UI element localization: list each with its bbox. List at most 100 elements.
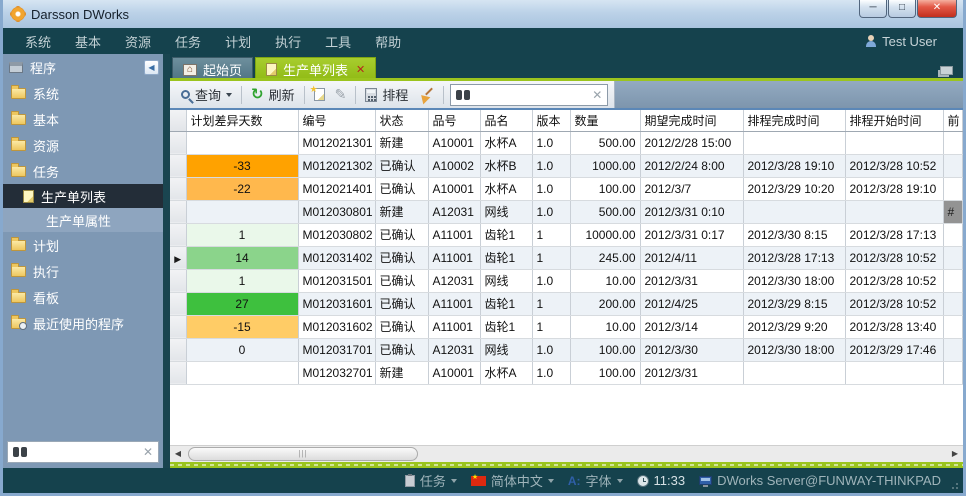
cell-diff[interactable]: -22 <box>186 177 298 200</box>
cell-item[interactable]: A12031 <box>428 269 480 292</box>
row-selector[interactable] <box>170 338 186 361</box>
cell-last[interactable] <box>943 154 962 177</box>
cell-qty[interactable]: 10.00 <box>570 315 640 338</box>
cell-name[interactable]: 齿轮1 <box>480 292 532 315</box>
cell-name[interactable]: 齿轮1 <box>480 315 532 338</box>
row-selector[interactable] <box>170 269 186 292</box>
cell-end[interactable]: 2012/3/30 18:00 <box>743 338 845 361</box>
menu-item[interactable]: 基本 <box>63 35 113 50</box>
cell-diff[interactable] <box>186 361 298 384</box>
cell-qty[interactable]: 100.00 <box>570 338 640 361</box>
cell-status[interactable]: 已确认 <box>375 177 428 200</box>
column-header[interactable]: 编号 <box>298 110 375 131</box>
menu-item[interactable]: 帮助 <box>363 35 413 50</box>
clean-button[interactable] <box>413 84 439 106</box>
cell-expect[interactable]: 2012/3/30 <box>640 338 743 361</box>
cell-item[interactable]: A12031 <box>428 338 480 361</box>
cell-start[interactable]: 2012/3/28 10:52 <box>845 246 943 269</box>
scroll-left-icon[interactable]: ◀ <box>170 446 186 462</box>
cell-expect[interactable]: 2012/4/25 <box>640 292 743 315</box>
cell-expect[interactable]: 2012/3/31 <box>640 269 743 292</box>
row-selector[interactable] <box>170 315 186 338</box>
cell-qty[interactable]: 100.00 <box>570 361 640 384</box>
cell-qty[interactable]: 10000.00 <box>570 223 640 246</box>
cell-item[interactable]: A10001 <box>428 131 480 154</box>
cell-start[interactable] <box>845 200 943 223</box>
cell-qty[interactable]: 1000.00 <box>570 154 640 177</box>
grid-search-box[interactable]: ✕ <box>450 84 608 106</box>
cell-expect[interactable]: 2012/2/24 8:00 <box>640 154 743 177</box>
sidebar-item[interactable]: 基本 <box>3 106 163 132</box>
cell-last[interactable]: # <box>943 200 962 223</box>
menu-item[interactable]: 工具 <box>313 35 363 50</box>
cell-last[interactable] <box>943 223 962 246</box>
cell-status[interactable]: 已确认 <box>375 315 428 338</box>
status-language-dropdown[interactable]: 简体中文 <box>471 471 554 490</box>
cell-last[interactable] <box>943 361 962 384</box>
user-indicator[interactable]: Test User <box>865 34 953 49</box>
cell-no[interactable]: M012021401 <box>298 177 375 200</box>
cell-item[interactable]: A12031 <box>428 200 480 223</box>
sidebar-item[interactable]: 系统 <box>3 80 163 106</box>
menu-item[interactable]: 任务 <box>163 35 213 50</box>
table-row[interactable]: M012032701新建A10001水杯A1.0100.002012/3/31 <box>170 361 962 384</box>
cell-last[interactable] <box>943 315 962 338</box>
cell-last[interactable] <box>943 131 962 154</box>
cell-name[interactable]: 网线 <box>480 200 532 223</box>
sidebar-item[interactable]: 看板 <box>3 284 163 310</box>
cell-status[interactable]: 新建 <box>375 200 428 223</box>
cell-name[interactable]: 水杯B <box>480 154 532 177</box>
cell-last[interactable] <box>943 177 962 200</box>
cascade-windows-icon[interactable] <box>940 66 953 75</box>
cell-item[interactable]: A11001 <box>428 315 480 338</box>
cell-ver[interactable]: 1 <box>532 223 570 246</box>
row-selector[interactable] <box>170 361 186 384</box>
cell-qty[interactable]: 500.00 <box>570 131 640 154</box>
cell-item[interactable]: A10001 <box>428 361 480 384</box>
table-row[interactable]: 1M012030802已确认A11001齿轮1110000.002012/3/3… <box>170 223 962 246</box>
cell-ver[interactable]: 1.0 <box>532 361 570 384</box>
resize-grip[interactable] <box>951 482 959 490</box>
cell-expect[interactable]: 2012/2/28 15:00 <box>640 131 743 154</box>
menu-item[interactable]: 计划 <box>213 35 263 50</box>
cell-no[interactable]: M012021301 <box>298 131 375 154</box>
cell-end[interactable]: 2012/3/28 17:13 <box>743 246 845 269</box>
cell-expect[interactable]: 2012/3/31 0:17 <box>640 223 743 246</box>
table-row[interactable]: -15M012031602已确认A11001齿轮1110.002012/3/14… <box>170 315 962 338</box>
schedule-button[interactable]: 排程 <box>360 84 413 106</box>
menu-item[interactable]: 系统 <box>13 35 63 50</box>
cell-start[interactable]: 2012/3/28 19:10 <box>845 177 943 200</box>
cell-no[interactable]: M012032701 <box>298 361 375 384</box>
row-selector[interactable] <box>170 200 186 223</box>
cell-no[interactable]: M012031602 <box>298 315 375 338</box>
cell-ver[interactable]: 1 <box>532 292 570 315</box>
cell-diff[interactable]: -33 <box>186 154 298 177</box>
cell-qty[interactable]: 245.00 <box>570 246 640 269</box>
close-button[interactable]: ✕ <box>917 0 957 18</box>
cell-status[interactable]: 新建 <box>375 361 428 384</box>
cell-status[interactable]: 已确认 <box>375 154 428 177</box>
cell-ver[interactable]: 1 <box>532 315 570 338</box>
sidebar-search-box[interactable]: ✕ <box>7 441 159 463</box>
cell-diff[interactable]: 1 <box>186 223 298 246</box>
cell-item[interactable]: A11001 <box>428 246 480 269</box>
cell-diff[interactable] <box>186 131 298 154</box>
status-font-dropdown[interactable]: A: 字体 <box>568 471 623 490</box>
cell-name[interactable]: 水杯A <box>480 177 532 200</box>
sidebar-search-clear-icon[interactable]: ✕ <box>143 445 153 459</box>
maximize-button[interactable]: □ <box>888 0 916 18</box>
sidebar-item[interactable]: 计划 <box>3 232 163 258</box>
cell-status[interactable]: 已确认 <box>375 246 428 269</box>
status-task-dropdown[interactable]: 任务 <box>405 471 457 490</box>
table-row[interactable]: -22M012021401已确认A10001水杯A1.0100.002012/3… <box>170 177 962 200</box>
cell-ver[interactable]: 1.0 <box>532 131 570 154</box>
table-row[interactable]: M012021301新建A10001水杯A1.0500.002012/2/28 … <box>170 131 962 154</box>
menu-item[interactable]: 资源 <box>113 35 163 50</box>
row-selector[interactable]: ▶ <box>170 246 186 269</box>
cell-expect[interactable]: 2012/3/31 0:10 <box>640 200 743 223</box>
cell-start[interactable]: 2012/3/28 13:40 <box>845 315 943 338</box>
cell-end[interactable]: 2012/3/29 10:20 <box>743 177 845 200</box>
cell-end[interactable]: 2012/3/30 18:00 <box>743 269 845 292</box>
scroll-right-icon[interactable]: ▶ <box>947 446 963 462</box>
cell-start[interactable]: 2012/3/28 10:52 <box>845 292 943 315</box>
